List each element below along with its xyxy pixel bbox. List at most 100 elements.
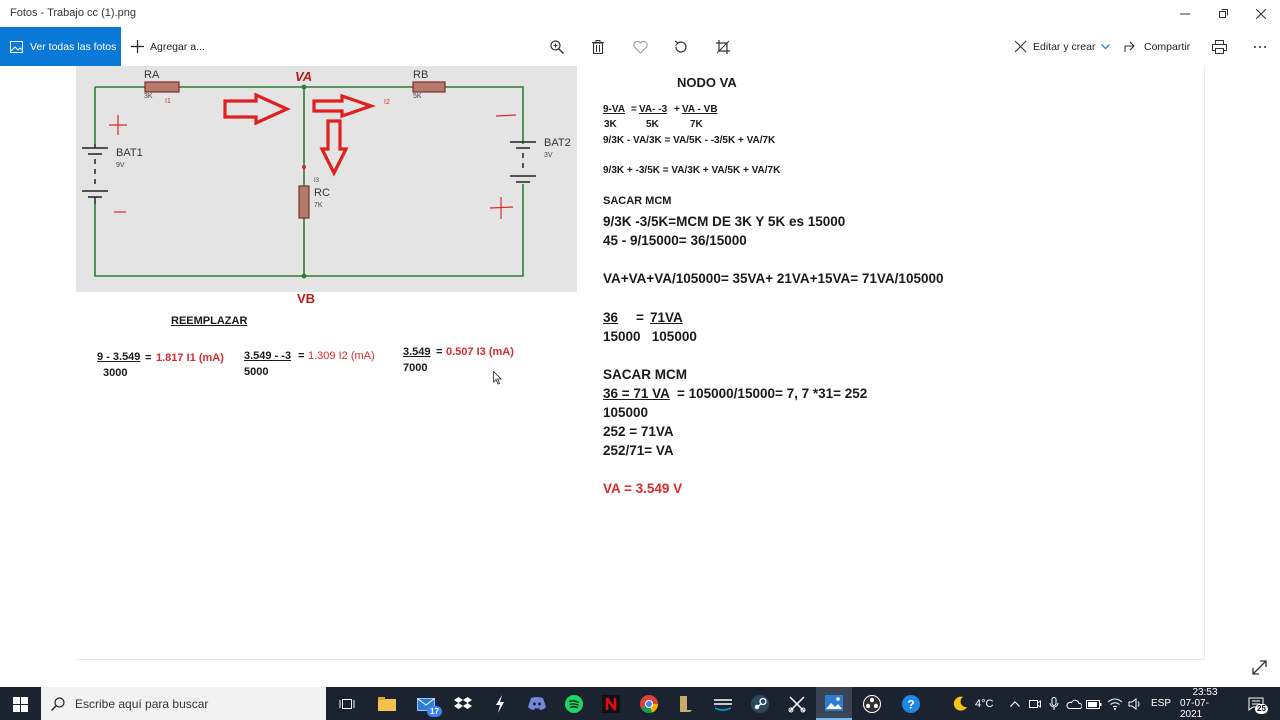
rc-value: 7K bbox=[314, 202, 323, 209]
nodo-line-7-equals: = bbox=[636, 310, 644, 325]
taskbar: Escribe aquí para buscar 17 ? 4°C ESP 23… bbox=[0, 687, 1280, 720]
more-icon[interactable] bbox=[1251, 38, 1269, 56]
replace-title: REEMPLAZAR bbox=[171, 315, 248, 327]
bat2-label: BAT2 bbox=[544, 137, 571, 149]
language-indicator[interactable]: ESP bbox=[1151, 687, 1171, 720]
edit-icon bbox=[1014, 40, 1027, 53]
league-client-icon[interactable] bbox=[675, 693, 697, 715]
snipping-tool-icon[interactable] bbox=[786, 693, 808, 715]
edit-create-label: Editar y crear bbox=[1033, 40, 1096, 53]
nodo-line-2: 9/3K - VA/3K = VA/5K - -3/5K + VA/7K bbox=[603, 135, 776, 146]
eq3-denominator: 7000 bbox=[403, 362, 428, 374]
search-placeholder: Escribe aquí para buscar bbox=[75, 696, 209, 711]
prime-video-icon[interactable] bbox=[712, 693, 734, 715]
sacar-mcm-2: SACAR MCM bbox=[603, 367, 687, 382]
ra-label: RA bbox=[144, 69, 160, 81]
maximize-button[interactable] bbox=[1204, 0, 1242, 27]
eq1-result: 1.817 I1 (mA) bbox=[156, 352, 224, 364]
eq2-equals: = bbox=[298, 350, 305, 362]
eq2-denominator: 5000 bbox=[244, 366, 269, 378]
minimize-button[interactable] bbox=[1166, 0, 1204, 27]
chevron-down-icon bbox=[1101, 43, 1111, 49]
nodo-line-12: 252/71= VA bbox=[603, 443, 674, 458]
onedrive-icon[interactable] bbox=[1063, 693, 1085, 715]
windows-start-icon[interactable] bbox=[9, 693, 31, 715]
print-icon[interactable] bbox=[1210, 38, 1228, 56]
clock-date: 07-07-2021 bbox=[1180, 698, 1209, 720]
netflix-icon[interactable] bbox=[600, 693, 622, 715]
battery-icon[interactable] bbox=[1083, 693, 1105, 715]
mail-icon[interactable]: 17 bbox=[415, 693, 442, 717]
weather-moon-icon[interactable] bbox=[949, 693, 971, 715]
frac-a-num: 9-VA bbox=[603, 104, 626, 115]
clock-time: 23:53 bbox=[1192, 687, 1218, 698]
nodo-line-9-left: 36 = 71 VA bbox=[603, 386, 670, 401]
chevron-up-icon[interactable] bbox=[1004, 693, 1026, 715]
i1-label: I1 bbox=[165, 98, 171, 105]
sacar-mcm-1: SACAR MCM bbox=[603, 195, 672, 207]
title-bar: Fotos - Trabajo cc (1).png bbox=[0, 0, 1280, 27]
mouse-cursor-icon bbox=[493, 371, 502, 385]
share-button[interactable]: Compartir bbox=[1124, 27, 1190, 66]
nodo-line-6: VA+VA+VA/105000= 35VA+ 21VA+15VA= 71VA/1… bbox=[603, 271, 944, 286]
photos-app-active[interactable] bbox=[816, 687, 852, 720]
photos-icon bbox=[10, 40, 23, 53]
add-to-button[interactable]: Agregar a... bbox=[131, 27, 205, 66]
volume-icon[interactable] bbox=[1124, 693, 1146, 715]
favorite-icon[interactable] bbox=[631, 38, 649, 56]
photos-toolbar: Ver todas las fotos Agregar a... Editar … bbox=[0, 27, 1280, 66]
eq3-result: 0.507 I3 (mA) bbox=[446, 346, 514, 358]
frac-b-den: 5K bbox=[646, 119, 659, 130]
delete-icon[interactable] bbox=[589, 38, 607, 56]
eq3-equals: = bbox=[436, 346, 443, 358]
photos-app-icon bbox=[825, 695, 843, 711]
help-icon[interactable]: ? bbox=[900, 693, 922, 715]
plus-icon bbox=[131, 40, 144, 53]
eq1-denominator: 3000 bbox=[103, 367, 128, 379]
crop-icon[interactable] bbox=[714, 38, 732, 56]
bat1-label: BAT1 bbox=[116, 147, 143, 159]
circuit-diagram: RA 3K I1 VA RB 5K I2 BAT1 9V BAT2 3V RC … bbox=[76, 66, 577, 292]
notifications-icon[interactable]: 25 bbox=[1245, 693, 1268, 715]
wifi-icon[interactable] bbox=[1104, 693, 1126, 715]
obs-icon[interactable] bbox=[861, 693, 883, 715]
clock[interactable]: 23:53 07-07-2021 bbox=[1180, 687, 1230, 720]
ra-value: 3K bbox=[144, 93, 153, 100]
notification-count: 25 bbox=[1255, 704, 1268, 714]
frac-equals: = bbox=[631, 104, 637, 115]
eq1-numerator: 9 - 3.549 bbox=[97, 351, 141, 363]
i3-label: I3 bbox=[314, 178, 320, 184]
task-view-icon[interactable] bbox=[336, 693, 358, 715]
svg-text:?: ? bbox=[907, 698, 914, 712]
frac-plus: + bbox=[674, 104, 680, 115]
eq2-numerator: 3.549 - -3 bbox=[244, 350, 292, 362]
node-vb-label: VB bbox=[297, 291, 316, 306]
dropbox-icon[interactable] bbox=[452, 693, 474, 715]
edit-create-button[interactable]: Editar y crear bbox=[1014, 27, 1116, 66]
see-all-photos-button[interactable]: Ver todas las fotos bbox=[0, 27, 121, 66]
nodo-line-11: 252 = 71VA bbox=[603, 424, 674, 439]
taskbar-search-box[interactable]: Escribe aquí para buscar bbox=[41, 687, 326, 720]
discord-icon[interactable] bbox=[526, 693, 548, 715]
rotate-icon[interactable] bbox=[672, 38, 690, 56]
bat1-value: 9V bbox=[116, 162, 125, 169]
close-icon bbox=[1256, 8, 1266, 19]
i2-label: I2 bbox=[384, 99, 390, 106]
nodo-line-8: 15000 105000 bbox=[603, 329, 697, 344]
steam-icon[interactable] bbox=[749, 693, 771, 715]
close-button[interactable] bbox=[1242, 0, 1280, 27]
frac-c-num: VA - VB bbox=[682, 104, 718, 115]
eq2-result: 1.309 I2 (mA) bbox=[308, 350, 375, 362]
zoom-icon[interactable] bbox=[548, 38, 566, 56]
mail-badge: 17 bbox=[427, 706, 442, 717]
chrome-icon[interactable] bbox=[638, 693, 660, 715]
file-explorer-icon[interactable] bbox=[376, 693, 398, 715]
bat2-value: 3V bbox=[544, 152, 553, 159]
eq3-numerator: 3.549 bbox=[403, 346, 431, 358]
spotify-icon[interactable] bbox=[563, 693, 585, 715]
rb-value: 5K bbox=[413, 93, 422, 100]
fullscreen-icon[interactable] bbox=[1251, 659, 1268, 676]
microphone-icon[interactable] bbox=[1043, 693, 1065, 715]
nodo-line-7-right: 71VA bbox=[650, 310, 683, 325]
winamp-icon[interactable] bbox=[489, 693, 511, 715]
